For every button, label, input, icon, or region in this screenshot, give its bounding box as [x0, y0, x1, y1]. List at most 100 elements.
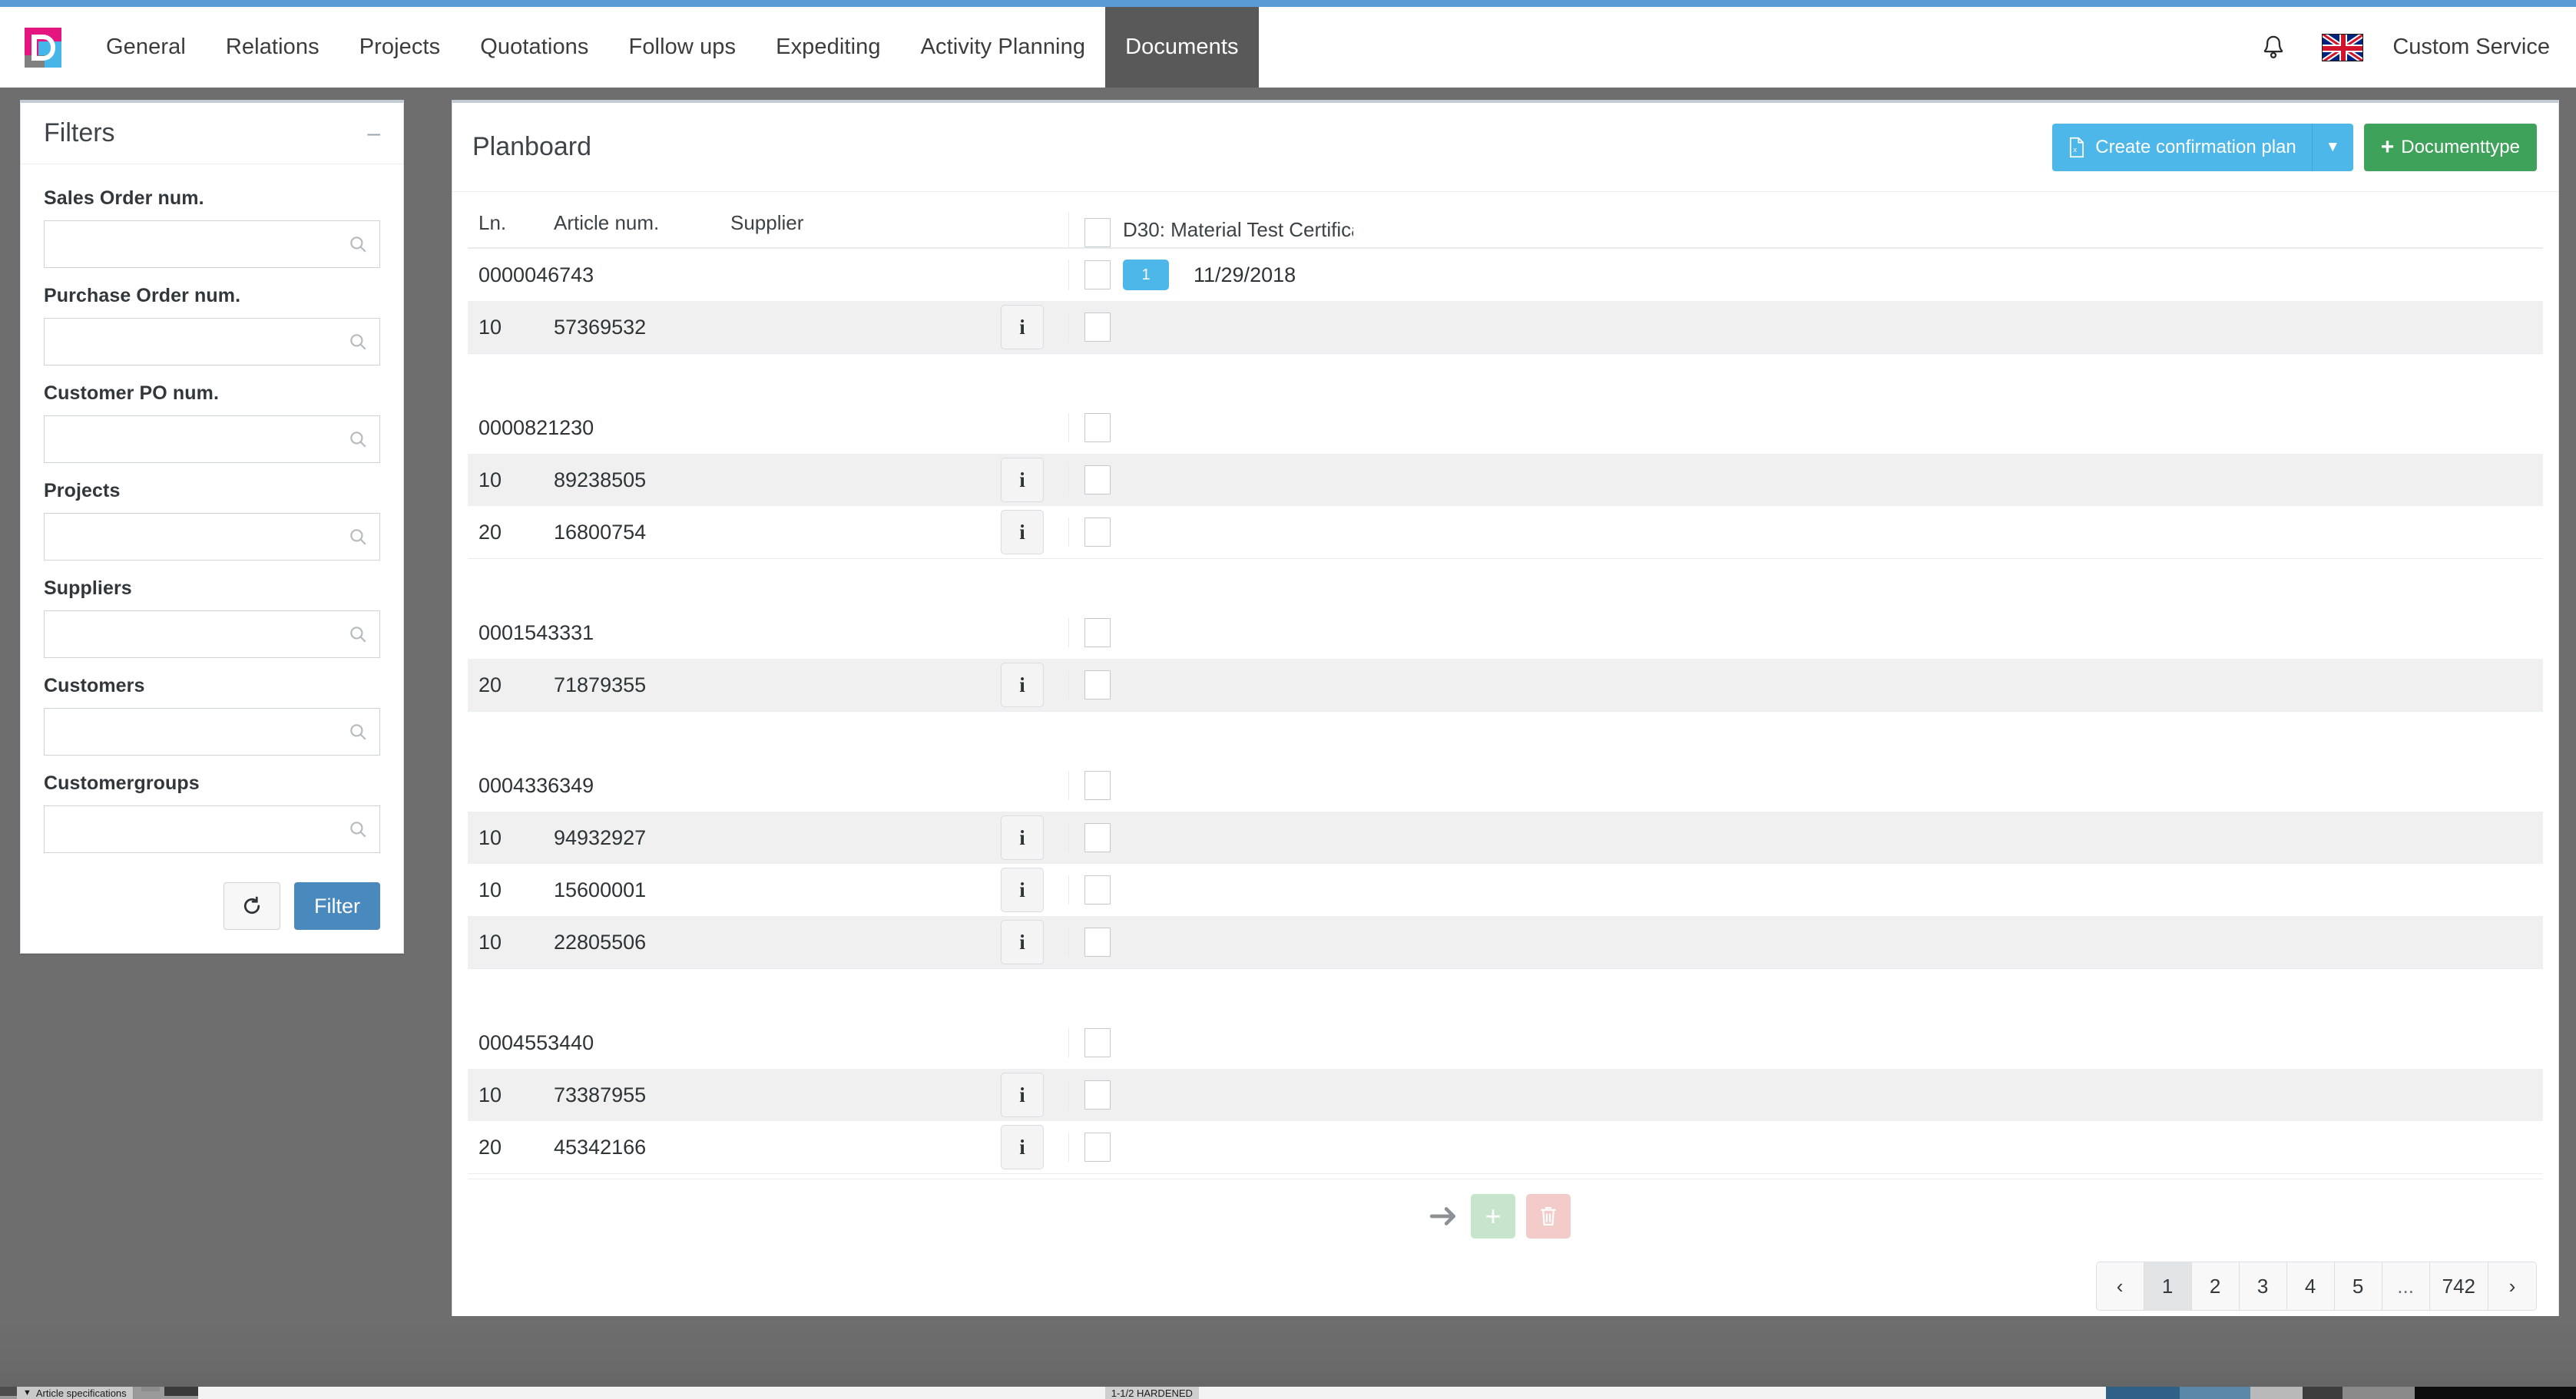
notification-bell-icon[interactable]	[2247, 33, 2300, 62]
taskbar-window-hardened[interactable]: 1-1/2 HARDENED	[1104, 1387, 1199, 1399]
projects-input[interactable]	[44, 513, 380, 561]
pagination-page-4[interactable]: 4	[2286, 1262, 2335, 1310]
taskbar-minimize-strip[interactable]	[141, 1387, 160, 1391]
group-d30-checkbox[interactable]	[1084, 771, 1111, 800]
table-row[interactable]: 10 94932927 i	[468, 812, 2543, 864]
nav-item-relations[interactable]: Relations	[206, 7, 339, 88]
taskbar-tray-item[interactable]	[2250, 1387, 2303, 1399]
d30-count-badge[interactable]: 1	[1123, 260, 1169, 290]
row-d30-checkbox[interactable]	[1084, 823, 1111, 852]
order-group-row[interactable]: 0000046743 1 11/29/2018	[468, 249, 2543, 301]
nav-item-documents[interactable]: Documents	[1105, 7, 1259, 88]
select-all-d30-checkbox[interactable]	[1084, 218, 1111, 247]
row-info-icon[interactable]: i	[1001, 1125, 1044, 1169]
logo-container[interactable]	[0, 7, 86, 88]
row-info-icon[interactable]: i	[1001, 663, 1044, 707]
row-d30-checkbox[interactable]	[1084, 518, 1111, 547]
table-row[interactable]: 20 45342166 i	[468, 1121, 2543, 1173]
table-row[interactable]: 20 71879355 i	[468, 659, 2543, 711]
row-info-icon[interactable]: i	[1001, 868, 1044, 912]
taskbar-tray-item[interactable]	[2343, 1387, 2415, 1399]
nav-label: Projects	[359, 35, 441, 59]
pagination-page-last[interactable]: 742	[2429, 1262, 2488, 1310]
row-d30-checkbox[interactable]	[1084, 875, 1111, 905]
uk-flag-icon[interactable]	[2322, 33, 2364, 61]
create-plan-dropdown-caret-down-icon[interactable]: ▼	[2311, 123, 2353, 171]
nav-links: General Relations Projects Quotations Fo…	[86, 7, 2247, 88]
pagination-page-2[interactable]: 2	[2191, 1262, 2240, 1310]
taskbar-clock-area[interactable]	[2415, 1387, 2576, 1399]
page-title: Planboard	[472, 132, 592, 161]
pagination-prev[interactable]: ‹	[2096, 1262, 2144, 1310]
row-info-icon[interactable]: i	[1001, 510, 1044, 554]
row-ln: 10	[478, 1083, 502, 1106]
taskbar-tray-item[interactable]	[2303, 1387, 2343, 1399]
table-row[interactable]: 10 73387955 i	[468, 1069, 2543, 1121]
customergroups-input[interactable]	[44, 805, 380, 853]
row-d30-checkbox[interactable]	[1084, 670, 1111, 700]
group-d30-checkbox[interactable]	[1084, 413, 1111, 442]
purchase-order-num-input[interactable]	[44, 318, 380, 365]
table-row[interactable]: 10 15600001 i	[468, 864, 2543, 916]
add-row-button[interactable]: +	[1471, 1194, 1515, 1239]
group-d30-checkbox[interactable]	[1084, 1028, 1111, 1057]
table-row[interactable]: 10 22805506 i	[468, 916, 2543, 968]
os-taskbar: ▼ Article specifications 1-1/2 HARDENED	[0, 1387, 2576, 1399]
table-row[interactable]: 20 16800754 i	[468, 506, 2543, 558]
filters-body: Sales Order num. Purchase Order num. Cus…	[21, 164, 403, 953]
field-projects	[44, 513, 380, 561]
order-group-row[interactable]: 0004553440	[468, 1017, 2543, 1069]
row-d30-checkbox[interactable]	[1084, 1133, 1111, 1162]
row-article-num: 57369532	[554, 315, 647, 339]
table-row[interactable]: 10 89238505 i	[468, 454, 2543, 506]
nav-item-follow-ups[interactable]: Follow ups	[609, 7, 757, 88]
row-d30-checkbox[interactable]	[1084, 313, 1111, 342]
group-d30-checkbox[interactable]	[1084, 618, 1111, 647]
row-ln: 20	[478, 1135, 502, 1159]
taskbar-icon[interactable]	[0, 1387, 17, 1396]
planboard-panel: Planboard x Create confirmation plan ▼ +…	[452, 100, 2559, 1331]
field-suppliers	[44, 610, 380, 658]
nav-item-quotations[interactable]: Quotations	[460, 7, 608, 88]
table-row[interactable]: 10 57369532 i	[468, 301, 2543, 353]
field-customergroups	[44, 805, 380, 853]
order-group-row[interactable]: 0004336349	[468, 759, 2543, 812]
documenttype-button[interactable]: + Documenttype	[2363, 123, 2537, 171]
nav-item-activity-planning[interactable]: Activity Planning	[901, 7, 1105, 88]
customers-input[interactable]	[44, 708, 380, 756]
taskbar-window-article-specifications[interactable]: ▼ Article specifications	[17, 1387, 134, 1399]
row-d30-checkbox[interactable]	[1084, 1080, 1111, 1110]
suppliers-input[interactable]	[44, 610, 380, 658]
planboard-table: Ln. Article num. Supplier D30: Material …	[452, 192, 2558, 1253]
order-number: 0001543331	[478, 620, 594, 644]
pagination-page-3[interactable]: 3	[2239, 1262, 2287, 1310]
customer-po-num-input[interactable]	[44, 415, 380, 463]
nav-item-projects[interactable]: Projects	[339, 7, 461, 88]
reset-filters-button[interactable]	[223, 882, 280, 930]
pagination-next[interactable]: ›	[2488, 1262, 2536, 1310]
create-confirmation-plan-button[interactable]: x Create confirmation plan	[2052, 123, 2312, 171]
pagination-page-1[interactable]: 1	[2144, 1262, 2192, 1310]
row-info-icon[interactable]: i	[1001, 815, 1044, 860]
row-article-num: 15600001	[554, 878, 647, 901]
order-group-row[interactable]: 0001543331	[468, 607, 2543, 659]
order-group-row[interactable]: 0000821230	[468, 402, 2543, 454]
nav-item-expediting[interactable]: Expediting	[756, 7, 900, 88]
filter-button[interactable]: Filter	[294, 882, 380, 930]
delete-row-button[interactable]	[1526, 1194, 1571, 1239]
row-info-icon[interactable]: i	[1001, 305, 1044, 349]
minus-icon[interactable]: –	[353, 121, 380, 145]
taskbar-tray-item[interactable]	[2106, 1387, 2180, 1399]
row-d30-checkbox[interactable]	[1084, 928, 1111, 957]
row-d30-checkbox[interactable]	[1084, 465, 1111, 494]
pagination-page-5[interactable]: 5	[2334, 1262, 2382, 1310]
sales-order-num-input[interactable]	[44, 220, 380, 268]
row-info-icon[interactable]: i	[1001, 1073, 1044, 1117]
taskbar-block[interactable]	[164, 1387, 198, 1396]
nav-item-general[interactable]: General	[86, 7, 206, 88]
user-menu[interactable]: Custom Service	[2392, 35, 2550, 60]
row-info-icon[interactable]: i	[1001, 458, 1044, 502]
row-info-icon[interactable]: i	[1001, 920, 1044, 964]
taskbar-tray-item[interactable]	[2180, 1387, 2250, 1399]
group-d30-checkbox[interactable]	[1084, 260, 1111, 289]
